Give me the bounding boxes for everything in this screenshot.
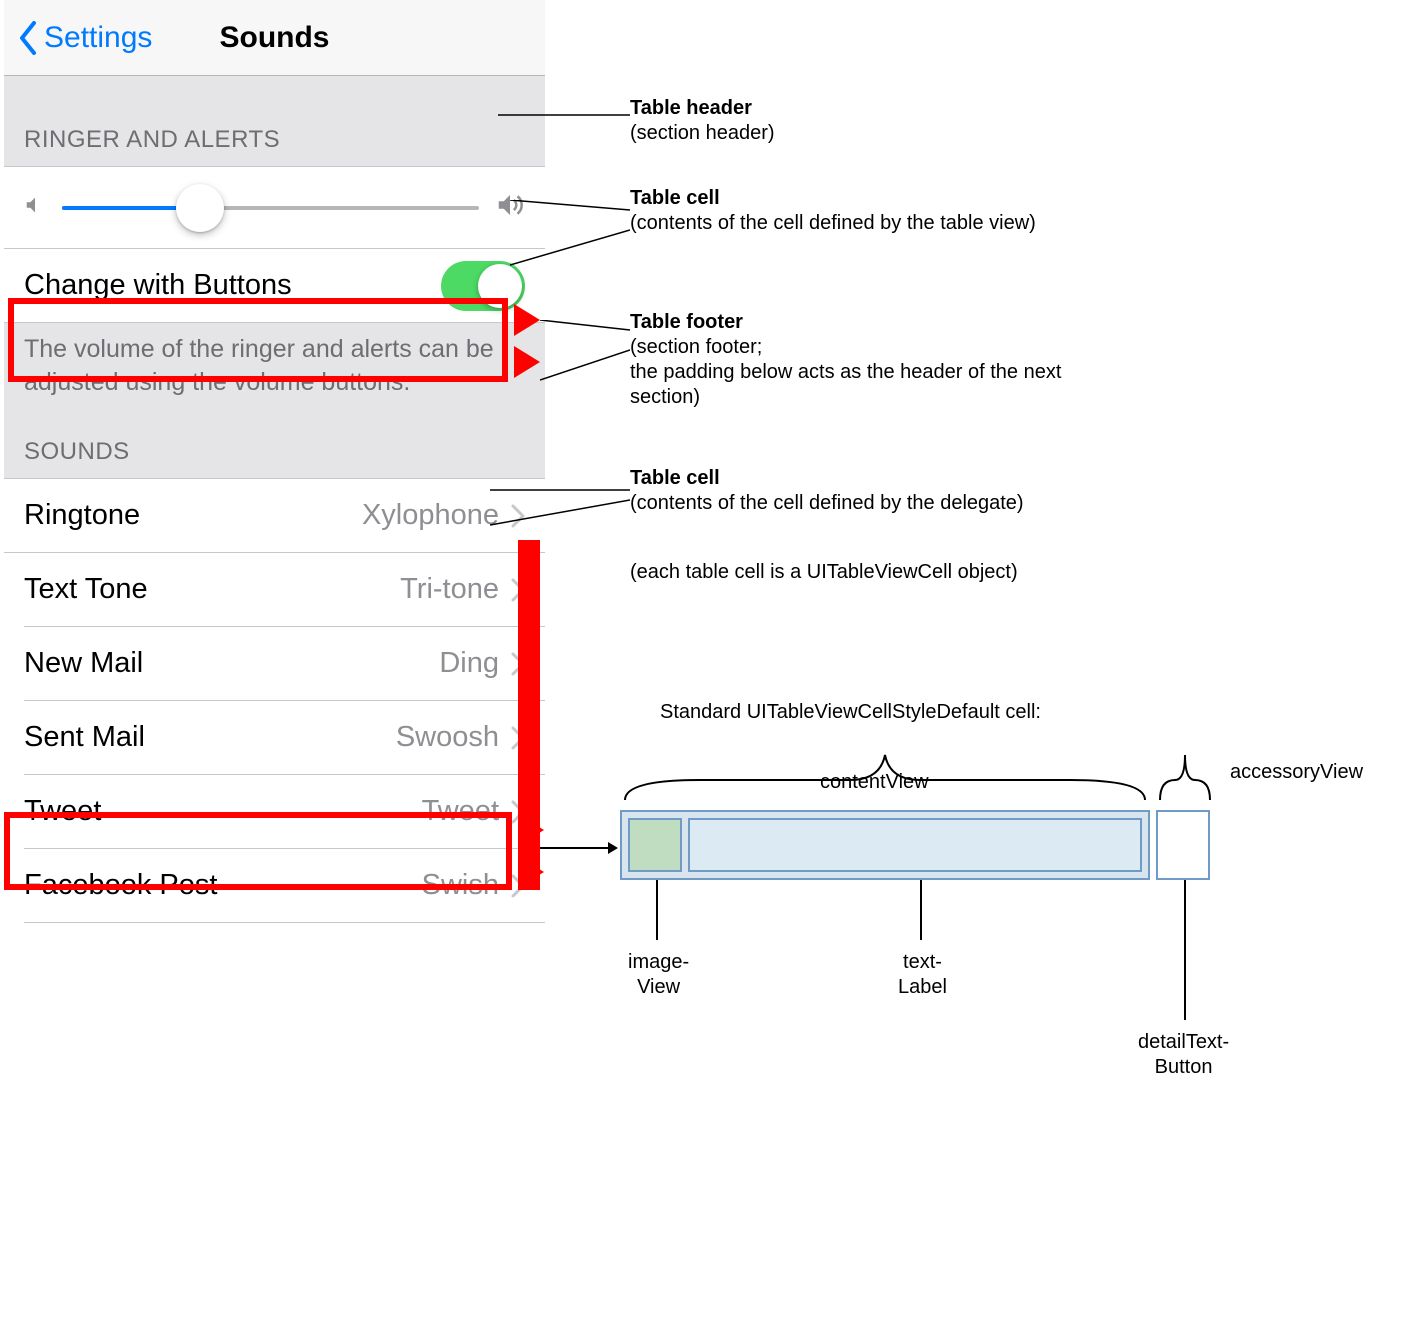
row-label: Facebook Post: [24, 869, 422, 902]
chevron-right-icon: [511, 578, 525, 602]
section-footer-ringer: The volume of the ringer and alerts can …: [4, 323, 545, 410]
row-label: Change with Buttons: [24, 269, 441, 302]
annotation-uitableviewcell: (each table cell is a UITableViewCell ob…: [630, 560, 1018, 585]
speaker-low-icon: [24, 194, 46, 221]
ios-settings-sounds-screen: Settings Sounds RINGER AND ALERTS Change…: [4, 0, 545, 923]
section-header-sounds: SOUNDS: [4, 410, 545, 479]
label-imageview: image-View: [628, 950, 689, 1000]
chevron-right-icon: [511, 504, 525, 528]
speaker-high-icon: [495, 190, 525, 225]
sound-row-tweet[interactable]: TweetTweet: [24, 775, 545, 849]
sound-row-text-tone[interactable]: Text ToneTri-tone: [24, 553, 545, 627]
row-label: New Mail: [24, 647, 439, 680]
back-button[interactable]: Settings: [4, 21, 152, 55]
chevron-right-icon: [511, 800, 525, 824]
back-label: Settings: [44, 21, 152, 55]
row-value: Xylophone: [362, 499, 499, 532]
label-textlabel: text-Label: [898, 950, 947, 1000]
diagram-contentview: [620, 810, 1150, 880]
label-detailtextbutton: detailText-Button: [1138, 1030, 1229, 1080]
annotation-table-header: Table header (section header): [630, 96, 775, 146]
change-with-buttons-toggle[interactable]: [441, 261, 525, 311]
row-label: Sent Mail: [24, 721, 396, 754]
chevron-right-icon: [511, 652, 525, 676]
chevron-right-icon: [511, 874, 525, 898]
cell-structure-diagram: [620, 810, 1150, 880]
toggle-knob: [478, 264, 522, 308]
row-label: Text Tone: [24, 573, 400, 606]
leader-textlabel: [920, 880, 922, 940]
row-value: Tri-tone: [400, 573, 499, 606]
section-header-ringer: RINGER AND ALERTS: [4, 76, 545, 167]
sound-row-sent-mail[interactable]: Sent MailSwoosh: [24, 701, 545, 775]
change-with-buttons-row: Change with Buttons: [4, 249, 545, 323]
navbar: Settings Sounds: [4, 0, 545, 76]
diagram-textlabel: [688, 818, 1142, 872]
sound-row-facebook-post[interactable]: Facebook PostSwish: [24, 849, 545, 923]
row-label: Tweet: [24, 795, 422, 828]
volume-slider-row: [4, 167, 545, 249]
label-contentview: contentView: [820, 770, 929, 795]
leader-imageview: [656, 880, 658, 940]
row-value: Swish: [422, 869, 499, 902]
sound-row-ringtone[interactable]: RingtoneXylophone: [4, 479, 545, 553]
diagram-detailtextbutton: [1156, 810, 1210, 880]
leader-detailbtn: [1184, 880, 1186, 1020]
sound-row-new-mail[interactable]: New MailDing: [24, 627, 545, 701]
annotation-table-cell-delegate: Table cell (contents of the cell defined…: [630, 466, 1024, 516]
diagram-caption-top: Standard UITableViewCellStyleDefault cel…: [660, 700, 1150, 725]
chevron-right-icon: [511, 726, 525, 750]
annotation-table-footer: Table footer (section footer; the paddin…: [630, 310, 1130, 410]
label-accessoryview-text: accessoryView: [1230, 760, 1363, 785]
brace-accessoryview: [1155, 740, 1215, 810]
volume-slider[interactable]: [62, 206, 479, 210]
annotation-table-cell-defined: Table cell (contents of the cell defined…: [630, 186, 1036, 236]
row-value: Ding: [439, 647, 499, 680]
row-label: Ringtone: [24, 499, 362, 532]
diagram-imageview: [628, 818, 682, 872]
row-value: Tweet: [422, 795, 499, 828]
slider-knob[interactable]: [176, 184, 224, 232]
chevron-left-icon: [18, 21, 38, 55]
row-value: Swoosh: [396, 721, 499, 754]
